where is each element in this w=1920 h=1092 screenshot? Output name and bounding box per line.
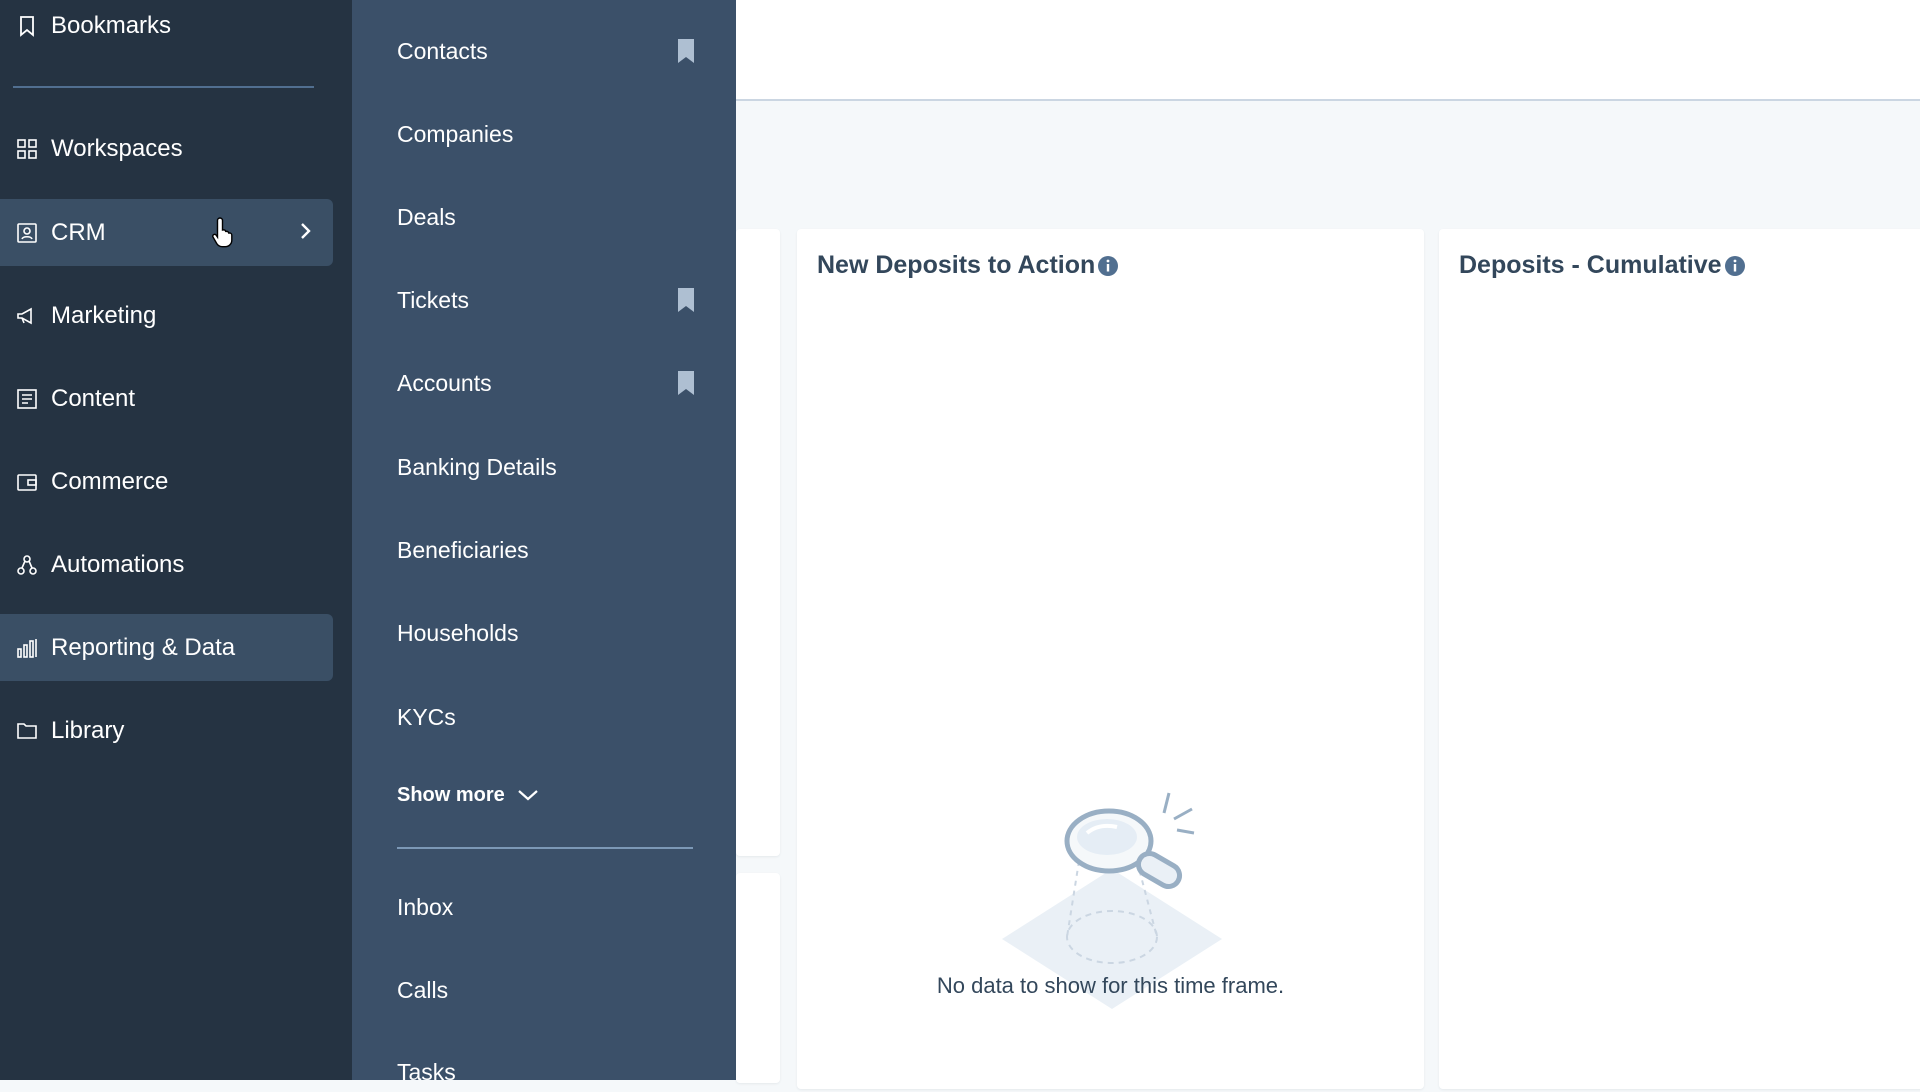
crm-submenu: Contacts Companies Deals Tickets Account… — [352, 0, 736, 1085]
document-icon — [14, 386, 40, 412]
submenu-item-label: Tasks — [397, 1058, 456, 1085]
report-card-new-deposits: New Deposits to Action No data to show f… — [797, 229, 1424, 1089]
bookmark-filled-icon[interactable] — [675, 370, 697, 396]
submenu-item-households[interactable]: Households — [397, 613, 697, 653]
submenu-item-contacts[interactable]: Contacts — [397, 31, 697, 71]
sidebar-item-workspaces[interactable]: Workspaces — [0, 115, 333, 182]
submenu-item-label: Contacts — [397, 37, 488, 64]
main-sidebar: Bookmarks Workspaces CRM Marketing Conte… — [0, 0, 352, 1080]
dashboard-card-partial — [736, 229, 780, 856]
report-card-deposits-cumulative: Deposits - Cumulative — [1439, 229, 1920, 1089]
submenu-item-label: Tickets — [397, 286, 469, 313]
submenu-item-label: Beneficiaries — [397, 536, 529, 563]
submenu-divider — [397, 847, 693, 849]
sidebar-item-automations[interactable]: Automations — [0, 531, 333, 598]
sidebar-item-label: Marketing — [51, 301, 157, 329]
sidebar-item-label: Library — [51, 716, 125, 744]
sidebar-item-bookmarks[interactable]: Bookmarks — [0, 0, 333, 59]
submenu-item-label: Inbox — [397, 893, 454, 920]
show-more-button[interactable]: Show more — [397, 780, 539, 810]
submenu-item-label: Banking Details — [397, 453, 557, 480]
sidebar-item-commerce[interactable]: Commerce — [0, 448, 333, 515]
submenu-item-banking-details[interactable]: Banking Details — [397, 447, 697, 487]
submenu-item-beneficiaries[interactable]: Beneficiaries — [397, 530, 697, 570]
submenu-item-label: Deals — [397, 203, 456, 230]
submenu-item-label: Companies — [397, 120, 514, 147]
sidebar-item-label: Content — [51, 384, 136, 412]
bookmark-filled-icon[interactable] — [675, 38, 697, 64]
report-title-text[interactable]: Deposits - Cumulative — [1459, 251, 1722, 280]
bookmark-icon — [14, 13, 40, 39]
workflow-icon — [14, 552, 40, 578]
sidebar-item-label: Commerce — [51, 467, 169, 495]
grid-icon — [14, 136, 40, 162]
chevron-right-icon — [301, 223, 311, 239]
submenu-item-kycs[interactable]: KYCs — [397, 697, 697, 737]
hand-pointer-icon — [212, 217, 233, 248]
megaphone-icon — [14, 303, 40, 329]
sidebar-item-label: Reporting & Data — [51, 633, 236, 661]
submenu-item-calls[interactable]: Calls — [397, 970, 697, 1010]
folder-icon — [14, 718, 40, 744]
empty-state-message: No data to show for this time frame. — [936, 973, 1285, 998]
sidebar-item-reporting[interactable]: Reporting & Data — [0, 614, 333, 681]
sidebar-item-label: Automations — [51, 550, 185, 578]
dashboard-header — [736, 0, 1920, 101]
sidebar-item-content[interactable]: Content — [0, 365, 333, 432]
submenu-item-label: KYCs — [397, 703, 456, 730]
report-card-title: New Deposits to Action — [817, 251, 1119, 280]
bookmark-filled-icon[interactable] — [675, 287, 697, 313]
sidebar-item-label: Workspaces — [51, 134, 183, 162]
submenu-item-tasks[interactable]: Tasks — [397, 1052, 697, 1092]
submenu-item-tickets[interactable]: Tickets — [397, 280, 697, 320]
sidebar-divider — [13, 86, 314, 88]
submenu-item-accounts[interactable]: Accounts — [397, 363, 697, 403]
contact-card-icon — [14, 220, 40, 246]
info-icon[interactable] — [1724, 255, 1746, 277]
submenu-item-companies[interactable]: Companies — [397, 114, 697, 154]
submenu-item-label: Households — [397, 619, 519, 646]
chevron-down-icon — [518, 790, 538, 801]
report-card-title: Deposits - Cumulative — [1459, 251, 1746, 280]
bar-chart-icon — [14, 635, 40, 661]
sidebar-item-crm[interactable]: CRM — [0, 199, 333, 266]
report-title-text[interactable]: New Deposits to Action — [817, 251, 1095, 280]
show-more-label: Show more — [397, 783, 505, 806]
wallet-icon — [14, 469, 40, 495]
sidebar-item-label: Bookmarks — [51, 11, 172, 39]
submenu-item-inbox[interactable]: Inbox — [397, 887, 697, 927]
submenu-item-deals[interactable]: Deals — [397, 197, 697, 237]
sidebar-item-library[interactable]: Library — [0, 697, 333, 764]
submenu-item-label: Calls — [397, 976, 449, 1003]
sidebar-item-label: CRM — [51, 218, 106, 246]
sidebar-item-marketing[interactable]: Marketing — [0, 282, 333, 349]
info-icon[interactable] — [1097, 255, 1119, 277]
submenu-item-label: Accounts — [397, 369, 492, 396]
dashboard-card-partial — [736, 873, 780, 1083]
